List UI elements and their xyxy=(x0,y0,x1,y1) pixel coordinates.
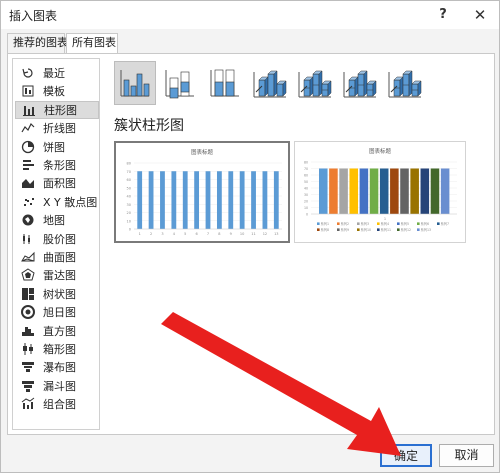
arrow-shape xyxy=(161,312,401,456)
insert-chart-dialog: 插入图表 ? ✕ 推荐的图表 所有图表 最近 模板 柱形图 折线图 饼图 条形图 面积图 X … xyxy=(0,0,500,473)
red-arrow-annotation xyxy=(161,312,401,456)
